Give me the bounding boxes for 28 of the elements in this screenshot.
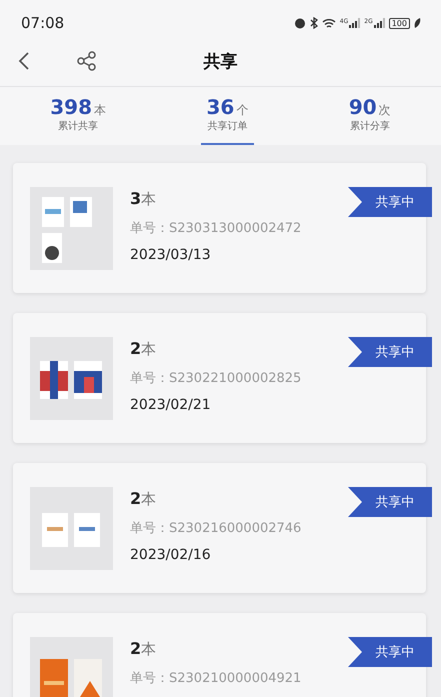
status-ribbon: 共享中 <box>348 487 432 517</box>
bluetooth-icon <box>310 17 318 29</box>
alarm-icon <box>294 17 306 29</box>
status-time: 07:08 <box>21 14 64 32</box>
stat-tab[interactable]: 36 个 共享订单 <box>200 95 254 145</box>
order-number: 单号：S230210000004921 <box>130 670 302 687</box>
order-number: 单号：S230216000002746 <box>130 520 302 537</box>
wifi-icon <box>322 18 336 28</box>
stat-tab[interactable]: 90 次 累计分享 <box>342 95 397 145</box>
book-count: 3本 <box>130 189 158 209</box>
leaf-icon <box>414 18 421 28</box>
status-ribbon: 共享中 <box>348 187 432 217</box>
stat-tab[interactable]: 398 本 累计共享 <box>44 95 112 145</box>
order-date: 2023/02/16 <box>130 547 212 563</box>
book-count: 2本 <box>130 339 158 359</box>
book-count: 2本 <box>130 489 158 509</box>
battery-level: 100 <box>388 18 410 28</box>
signal-icon <box>349 18 360 28</box>
signal-icon <box>374 18 385 28</box>
share-icon[interactable] <box>76 50 98 72</box>
status-ribbon: 共享中 <box>348 637 432 667</box>
page-title: 共享 <box>204 52 238 72</box>
book-count: 2本 <box>130 639 158 659</box>
order-number: 单号：S230221000002825 <box>130 370 302 387</box>
order-date: 2023/03/13 <box>130 247 212 263</box>
order-date: 2023/02/21 <box>130 397 212 413</box>
status-ribbon: 共享中 <box>348 337 432 367</box>
order-number: 单号：S230313000002472 <box>130 220 302 237</box>
